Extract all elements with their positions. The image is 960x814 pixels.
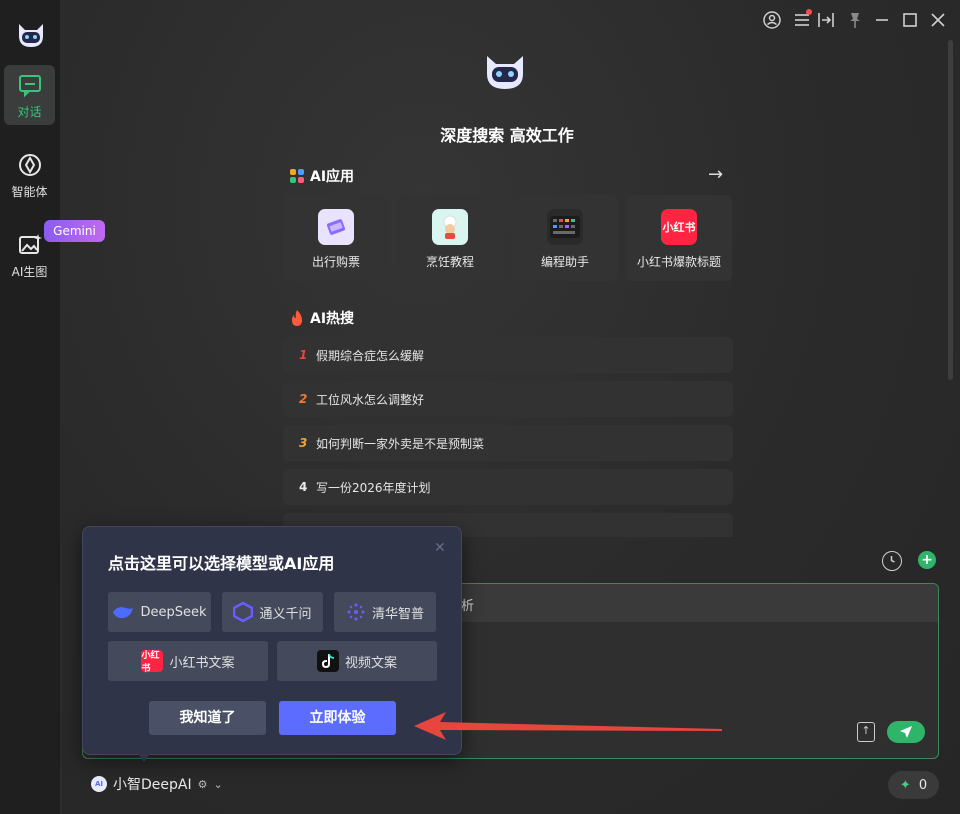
tongyi-icon <box>233 602 254 622</box>
model-logo-icon: AI <box>91 776 107 792</box>
chip-xiaohongshu-copy[interactable]: 小红书 小红书文案 <box>108 641 268 681</box>
sidebar-item-agent[interactable]: 智能体 <box>4 145 55 205</box>
app-label: 编程助手 <box>540 255 589 269</box>
sidebar-item-label: 对话 <box>17 105 42 119</box>
sparkle-icon: ✦ <box>899 777 911 793</box>
hot-item[interactable]: 1 假期综合症怎么缓解 <box>283 337 733 373</box>
scrollbar[interactable] <box>948 40 953 380</box>
hot-text: 假期综合症怎么缓解 <box>316 348 425 363</box>
xiaohongshu-icon: 小红书 <box>661 209 697 245</box>
hot-title-text: AI热搜 <box>310 311 355 327</box>
dismiss-button[interactable]: 我知道了 <box>149 701 266 735</box>
new-chat-button[interactable]: + <box>918 551 936 569</box>
keyboard-icon <box>547 209 583 245</box>
hot-text: 工位风水怎么调整好 <box>316 392 425 407</box>
chip-label: 视频文案 <box>344 655 397 671</box>
collapse-panel-icon[interactable] <box>816 10 836 30</box>
credits-count: 0 <box>918 777 928 793</box>
apps-title-text: AI应用 <box>310 169 355 185</box>
hot-item[interactable]: 4 写一份2026年度计划 <box>283 469 733 505</box>
popover-tail <box>135 750 153 762</box>
settings-icon[interactable]: ⚙ <box>198 778 208 791</box>
popover-title: 点击这里可以选择模型或AI应用 <box>108 554 335 573</box>
page-title: 深度搜索 高效工作 <box>440 126 574 145</box>
ticket-icon <box>318 209 354 245</box>
xiaohongshu-icon: 小红书 <box>141 650 164 674</box>
input-text-fragment: 析 <box>461 599 475 614</box>
hot-item[interactable]: 2 工位风水怎么调整好 <box>283 381 733 417</box>
chat-icon <box>18 75 41 98</box>
history-icon[interactable] <box>882 551 902 571</box>
user-icon[interactable] <box>762 10 782 30</box>
deepseek-icon <box>113 607 134 619</box>
sidebar: 对话 智能体 AI生图 <box>0 0 61 814</box>
model-guide-popover: 点击这里可以选择模型或AI应用 ✕ DeepSeek 通义千问 清华智普 小红书… <box>82 526 462 755</box>
model-selector[interactable]: AI 小智DeepAI ⚙ ⌄ <box>91 774 223 794</box>
close-icon[interactable]: ✕ <box>434 540 446 556</box>
chip-label: 小红书文案 <box>169 655 235 671</box>
credits-counter[interactable]: ✦ 0 <box>888 771 939 799</box>
mascot-icon <box>487 56 523 89</box>
send-icon <box>900 726 912 738</box>
chip-video-copy[interactable]: 视频文案 <box>277 641 437 681</box>
app-label: 烹饪教程 <box>425 255 474 269</box>
chip-label: DeepSeek <box>140 604 207 620</box>
maximize-icon[interactable] <box>900 10 920 30</box>
app-label: 出行购票 <box>311 255 360 269</box>
hot-text: 如何判断一家外卖是不是预制菜 <box>316 436 485 451</box>
hot-rank: 2 <box>299 392 308 406</box>
hot-text: 写一份2026年度计划 <box>316 480 431 495</box>
hot-rank: 1 <box>299 348 308 362</box>
upload-icon[interactable]: ↑ <box>857 722 875 742</box>
hot-rank: 3 <box>299 436 308 450</box>
chip-label: 清华智普 <box>371 606 424 622</box>
try-now-button[interactable]: 立即体验 <box>279 701 396 735</box>
chip-tongyi[interactable]: 通义千问 <box>222 592 323 632</box>
apps-grid-icon <box>290 169 304 183</box>
agent-icon <box>18 154 41 176</box>
red-arrow-annotation <box>414 712 722 740</box>
app-card-coding[interactable]: 编程助手 <box>512 195 618 281</box>
app-label: 小红书爆款标题 <box>636 255 721 269</box>
image-gen-icon <box>18 234 42 254</box>
close-icon[interactable] <box>928 10 948 30</box>
app-card-cooking[interactable]: 烹饪教程 <box>397 195 503 281</box>
fire-icon <box>292 310 302 326</box>
chip-zhipu[interactable]: 清华智普 <box>334 592 436 632</box>
sidebar-item-label: 智能体 <box>11 185 48 199</box>
chip-label: 通义千问 <box>259 606 312 622</box>
chevron-down-icon[interactable]: ⌄ <box>213 778 222 791</box>
tiktok-icon <box>316 650 339 672</box>
app-card-xiaohongshu[interactable]: 小红书 小红书爆款标题 <box>626 195 732 281</box>
hot-section-title: AI热搜 <box>290 308 354 328</box>
model-name: 小智DeepAI <box>113 777 192 793</box>
send-button[interactable] <box>887 721 925 743</box>
arrow-right-icon[interactable]: → <box>708 164 723 185</box>
zhipu-icon <box>347 603 365 621</box>
chef-icon <box>432 209 468 245</box>
notification-dot <box>806 9 812 15</box>
app-card-ticket[interactable]: 出行购票 <box>283 195 389 281</box>
sidebar-item-chat[interactable]: 对话 <box>4 65 55 125</box>
apps-section-title: AI应用 <box>290 166 354 186</box>
sidebar-item-label: AI生图 <box>11 265 48 279</box>
hot-item[interactable]: 3 如何判断一家外卖是不是预制菜 <box>283 425 733 461</box>
chip-deepseek[interactable]: DeepSeek <box>108 592 211 632</box>
hot-rank: 4 <box>299 480 308 494</box>
gemini-badge[interactable]: Gemini <box>44 220 105 242</box>
minimize-icon[interactable] <box>872 10 892 30</box>
app-logo-icon[interactable] <box>16 22 46 48</box>
pin-icon[interactable] <box>845 10 865 30</box>
